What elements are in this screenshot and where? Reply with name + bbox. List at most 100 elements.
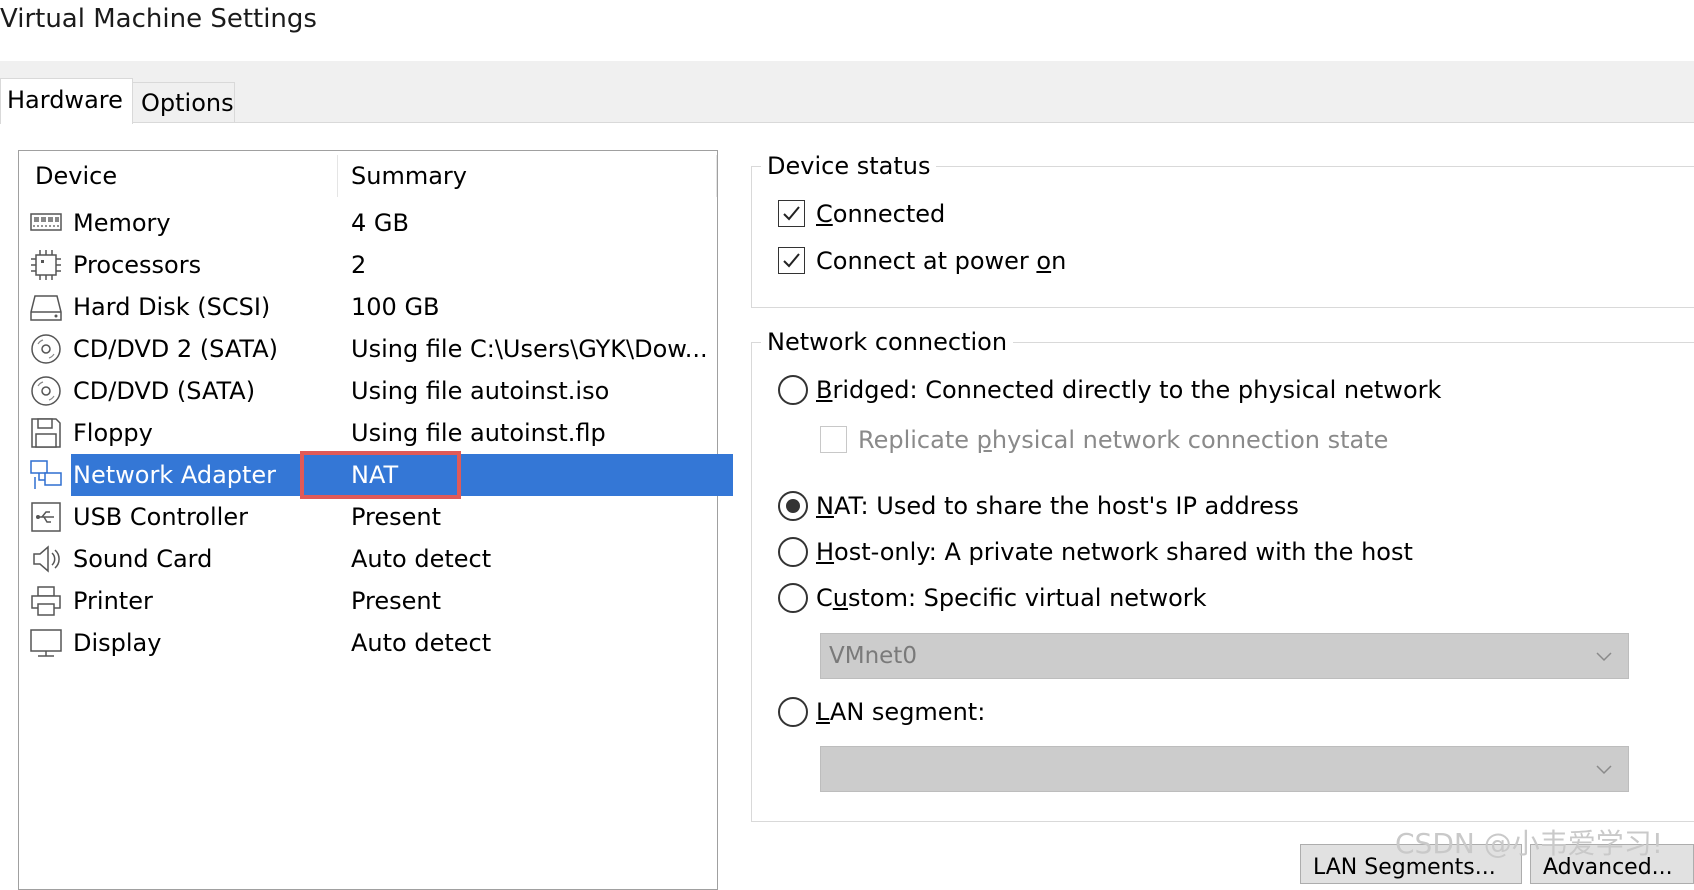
custom-label[interactable]: Custom: Specific virtual network (816, 583, 1207, 613)
radio-selected-dot (786, 499, 800, 513)
device-summary: Using file autoinst.flp (351, 419, 606, 447)
floppy-icon (31, 418, 61, 448)
device-summary: Present (351, 503, 442, 531)
device-name: Network Adapter (73, 461, 277, 489)
host-only-radio[interactable] (778, 537, 808, 567)
label-text: AT: Used to share the host's IP address (833, 492, 1299, 520)
device-row-cd-dvd-2[interactable]: CD/DVD 2 (SATA) Using file C:\Users\GYK\… (19, 328, 717, 370)
device-name: Memory (73, 209, 171, 237)
dropdown-value: VMnet0 (829, 643, 917, 669)
device-row-hard-disk[interactable]: Hard Disk (SCSI) 100 GB (19, 286, 717, 328)
display-icon (30, 629, 62, 657)
custom-radio[interactable] (778, 583, 808, 613)
device-summary: 100 GB (351, 293, 440, 321)
chevron-down-icon (1596, 765, 1612, 775)
device-summary: 4 GB (351, 209, 409, 237)
label-text: C (816, 584, 833, 612)
device-row-printer[interactable]: Printer Present (19, 580, 717, 622)
access-key: B (816, 376, 833, 404)
access-key: N (816, 492, 834, 520)
replicate-state-label[interactable]: Replicate physical network connection st… (858, 425, 1388, 455)
device-name: CD/DVD (SATA) (73, 377, 256, 405)
device-row-display[interactable]: Display Auto detect (19, 622, 717, 664)
label-text: hysical network connection state (991, 426, 1389, 454)
bridged-radio[interactable] (778, 375, 808, 405)
connected-checkbox[interactable] (778, 200, 805, 227)
device-row-floppy[interactable]: Floppy Using file autoinst.flp (19, 412, 717, 454)
device-status-title: Device status (761, 151, 937, 181)
connect-at-power-on-checkbox[interactable] (778, 247, 805, 274)
nat-radio[interactable] (778, 491, 808, 521)
device-name: Sound Card (73, 545, 213, 573)
device-row-network-adapter[interactable]: Network Adapter NAT (19, 451, 733, 499)
access-key: L (816, 698, 830, 726)
device-summary: Present (351, 587, 442, 615)
device-summary: Using file autoinst.iso (351, 377, 610, 405)
device-summary: 2 (351, 251, 367, 279)
device-row-memory[interactable]: Memory 4 GB (19, 202, 717, 244)
label-text: ridged: Connected directly to the physic… (832, 376, 1442, 404)
cd-dvd-icon (31, 334, 61, 364)
replicate-state-checkbox[interactable] (820, 426, 847, 453)
column-header-device[interactable]: Device (35, 151, 117, 201)
device-name: Hard Disk (SCSI) (73, 293, 271, 321)
bridged-label[interactable]: Bridged: Connected directly to the physi… (816, 375, 1441, 405)
sound-card-icon (33, 545, 60, 573)
lan-segment-label[interactable]: LAN segment: (816, 697, 985, 727)
label-text: Connect at power (816, 247, 1037, 275)
device-status-group (751, 166, 1694, 308)
access-key: u (832, 584, 848, 612)
connect-at-power-on-label[interactable]: Connect at power on (816, 246, 1066, 276)
device-name: Printer (73, 587, 153, 615)
checkmark-icon (783, 206, 800, 221)
label-text: Replicate (858, 426, 977, 454)
label-text: ost-only: A private network shared with … (834, 538, 1413, 566)
checkmark-icon (783, 253, 800, 268)
memory-icon (30, 213, 62, 231)
device-row-usb-controller[interactable]: USB Controller Present (19, 496, 717, 538)
device-name: Processors (73, 251, 202, 279)
tab-divider (0, 122, 1694, 123)
device-row-cd-dvd[interactable]: CD/DVD (SATA) Using file autoinst.iso (19, 370, 717, 412)
column-separator (337, 155, 338, 197)
processor-icon (31, 250, 61, 280)
hard-disk-icon (30, 295, 62, 321)
access-key: o (1036, 247, 1052, 275)
column-header-summary[interactable]: Summary (351, 151, 467, 201)
device-summary: Auto detect (351, 629, 492, 657)
network-adapter-icon (30, 460, 62, 489)
connected-label[interactable]: Connected (816, 199, 945, 229)
label-text: AN segment: (829, 698, 986, 726)
device-list[interactable]: Device Summary Memory 4 GB Processors 2 (18, 150, 733, 890)
device-summary: Using file C:\Users\GYK\Dow... (351, 335, 708, 363)
device-name: USB Controller (73, 503, 248, 531)
access-key: H (816, 538, 835, 566)
watermark: CSDN @小韦爱学习! (1395, 827, 1663, 860)
access-key: p (976, 426, 992, 454)
network-connection-title: Network connection (761, 327, 1014, 357)
tab-hardware[interactable]: Hardware (0, 78, 133, 124)
tab-options[interactable]: Options (133, 82, 235, 122)
printer-icon (31, 586, 61, 616)
nat-label[interactable]: NAT: Used to share the host's IP address (816, 491, 1299, 521)
chevron-down-icon (1596, 652, 1612, 662)
label-text: onnected (832, 200, 946, 228)
access-key: C (816, 200, 833, 228)
tab-bar (0, 61, 1694, 122)
device-row-processors[interactable]: Processors 2 (19, 244, 717, 286)
lan-segment-dropdown[interactable] (820, 746, 1629, 792)
label-text: stom: Specific virtual network (847, 584, 1207, 612)
device-name: CD/DVD 2 (SATA) (73, 335, 278, 363)
window-title: Virtual Machine Settings (0, 4, 317, 34)
device-name: Display (73, 629, 162, 657)
device-name: Floppy (73, 419, 153, 447)
device-summary: Auto detect (351, 545, 492, 573)
annotation-highlight-box (300, 451, 461, 499)
host-only-label[interactable]: Host-only: A private network shared with… (816, 537, 1413, 567)
lan-segment-radio[interactable] (778, 697, 808, 727)
cd-dvd-icon (31, 376, 61, 406)
custom-network-dropdown[interactable]: VMnet0 (820, 633, 1629, 679)
device-row-sound-card[interactable]: Sound Card Auto detect (19, 538, 717, 580)
label-text: n (1051, 247, 1067, 275)
column-separator (716, 155, 717, 197)
